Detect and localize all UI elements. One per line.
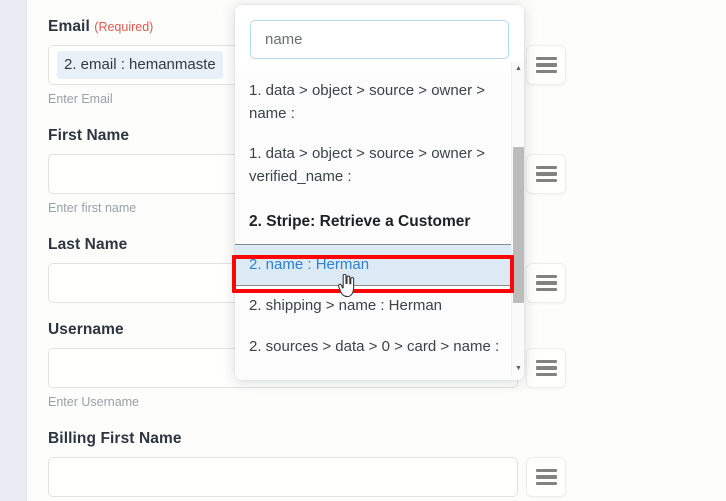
triangle-up-icon[interactable]: ▲ [512, 62, 525, 75]
drag-handle-icon-email[interactable] [526, 45, 566, 85]
drag-handle-bar [535, 372, 557, 377]
dropdown-option[interactable]: 2. shipping > name : Herman [235, 286, 524, 327]
field-label-first-name-text: First Name [48, 127, 130, 144]
drag-handle-bar [535, 69, 557, 74]
scrollbar-thumb[interactable] [513, 147, 524, 303]
field-label-email-text: Email [48, 18, 90, 35]
triangle-down-icon[interactable]: ▼ [512, 362, 525, 375]
dropdown-group-header: 2. Stripe: Retrieve a Customer [235, 197, 524, 244]
drag-handle-bar [535, 366, 557, 370]
drag-handle-bar [535, 178, 557, 183]
search-input[interactable]: name [250, 20, 509, 59]
drag-handle-icon-first-name[interactable] [526, 154, 566, 194]
drag-handle-bar [535, 481, 557, 486]
drag-handle-bar [535, 287, 557, 292]
drag-handle-bar [535, 56, 557, 61]
dropdown-option[interactable]: 1. data > object > source > owner > veri… [235, 134, 524, 197]
drag-handle-bar [535, 359, 557, 364]
field-label-username-text: Username [48, 321, 124, 338]
left-rail [0, 0, 27, 501]
drag-handle-bar [535, 468, 557, 473]
helper-text-username: Enter Username [48, 395, 140, 409]
drag-handle-icon-billing-first-name[interactable] [526, 457, 566, 497]
search-input-value: name [265, 31, 303, 48]
first-name-value [57, 171, 71, 177]
drag-handle-bar [535, 281, 557, 285]
username-value [57, 365, 71, 371]
email-mapping-token[interactable]: 2. email : hemanmaste [57, 51, 223, 79]
drag-handle-bar [535, 475, 557, 479]
drag-handle-bar [535, 63, 557, 67]
field-billing-first-name: Billing First Name [48, 430, 568, 497]
dropdown-scrollbar[interactable]: ▲ ▼ [511, 62, 524, 375]
drag-handle-bar [535, 274, 557, 279]
drag-handle-bar [535, 172, 557, 176]
drag-handle-icon-username[interactable] [526, 348, 566, 388]
input-row-billing-first-name [48, 457, 568, 497]
field-required-tag-email: (Required) [94, 20, 154, 34]
field-label-billing-first-name: Billing First Name [48, 430, 568, 448]
drag-handle-bar [535, 165, 557, 170]
dropdown-option[interactable]: 1. data > object > source > owner > name… [235, 71, 524, 134]
dropdown-option-selected[interactable]: 2. name : Herman [235, 243, 524, 286]
last-name-value [57, 280, 71, 286]
mapping-dropdown-panel[interactable]: name 1. data > object > source > owner >… [235, 5, 524, 380]
field-label-billing-first-name-text: Billing First Name [48, 430, 182, 447]
field-label-last-name-text: Last Name [48, 236, 128, 253]
billing-first-name-value [57, 474, 71, 480]
drag-handle-icon-last-name[interactable] [526, 263, 566, 303]
dropdown-option-list[interactable]: 1. data > object > source > owner > name… [235, 71, 524, 380]
billing-first-name-input[interactable] [48, 457, 518, 497]
dropdown-option[interactable]: 2. sources > data > 0 > card > name : [235, 326, 524, 367]
